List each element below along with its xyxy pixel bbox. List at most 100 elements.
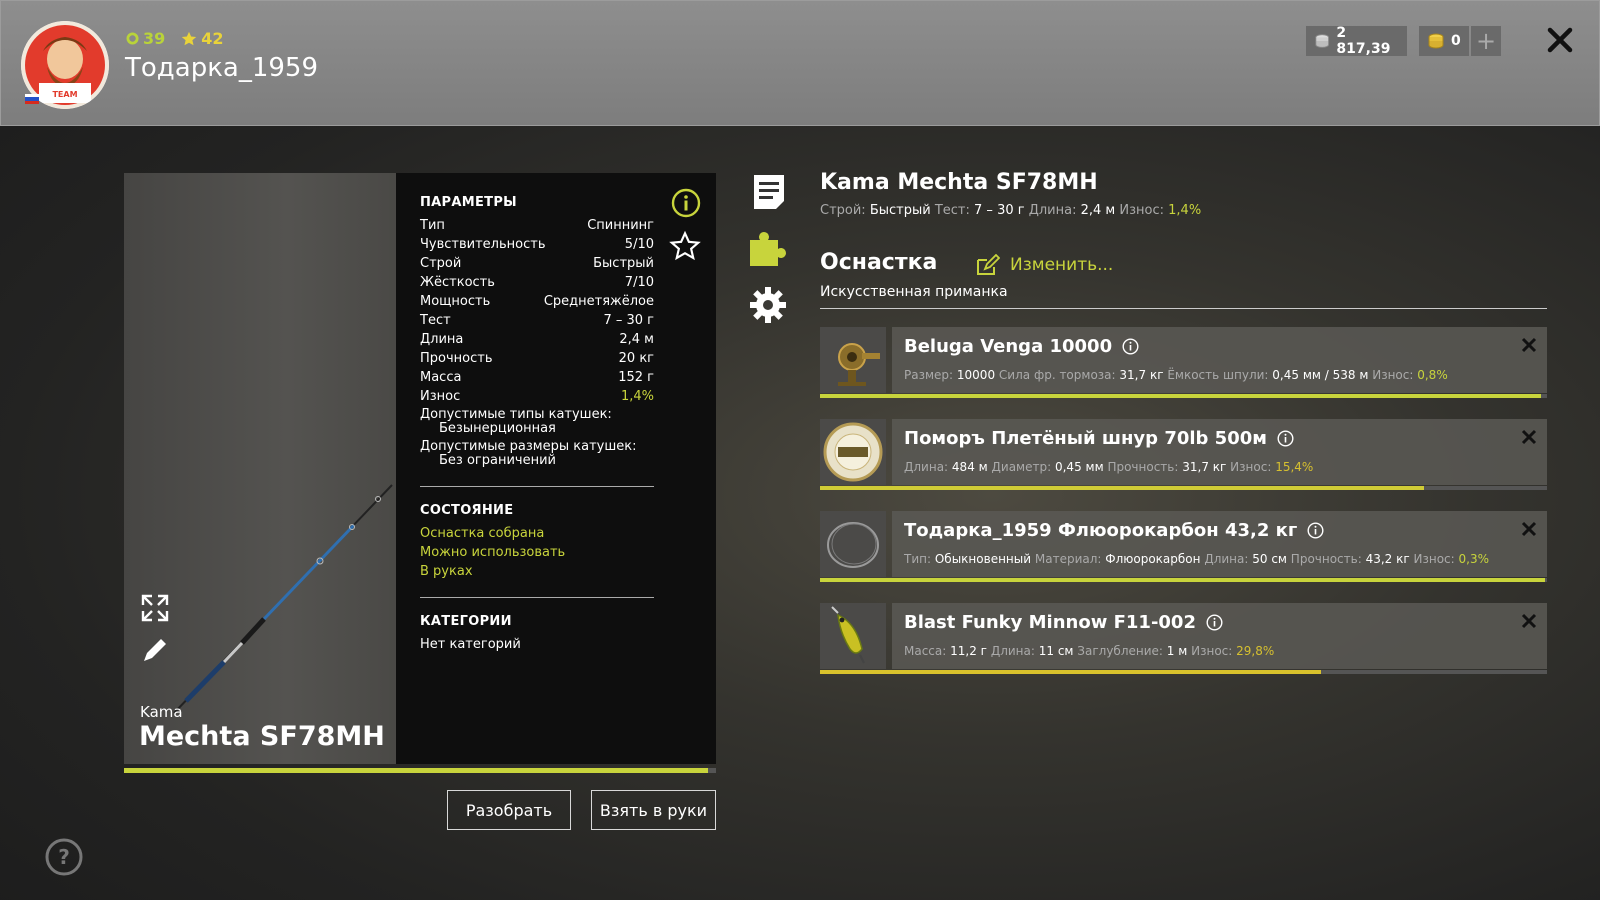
rename-rod-button[interactable] [140, 635, 170, 669]
help-icon: ? [45, 838, 83, 876]
star-icon [182, 31, 197, 46]
rod-durability-bar [124, 768, 716, 773]
item-name: Тодарка_1959 Флюорокарбон 43,2 кг [904, 520, 1298, 541]
param-row: Тип Спиннинг [420, 216, 654, 235]
item-name: Beluga Venga 10000 [904, 336, 1113, 357]
spec-label: Износ: [1413, 552, 1455, 566]
tackle-item-lure[interactable]: Blast Funky Minnow F11-002 Масса: 11,2 г… [820, 603, 1547, 674]
silver-amount: 2 817,39 [1336, 25, 1391, 57]
item-name: Blast Funky Minnow F11-002 [904, 612, 1196, 633]
rod-summary: Строй: Быстрый Тест: 7 – 30 г Длина: 2,4… [820, 203, 1201, 218]
spec-label: Ёмкость шпули: [1167, 368, 1269, 382]
take-in-hands-button[interactable]: Взять в руки [591, 790, 716, 830]
expand-view-button[interactable] [140, 593, 170, 627]
close-icon [1547, 27, 1573, 53]
spec-value: 484 м [951, 460, 988, 474]
info-button[interactable] [671, 188, 701, 222]
silver-coins-icon [1315, 34, 1330, 48]
lure-type: Искусственная приманка [820, 284, 1008, 300]
param-row: Прочность 20 кг [420, 349, 654, 368]
param-row: Чувствительность 5/10 [420, 235, 654, 254]
info-icon [671, 188, 701, 218]
spec-value: 0,45 мм [1054, 460, 1104, 474]
remove-item-button[interactable] [1521, 337, 1537, 357]
summary-label: Износ: [1119, 203, 1165, 218]
param-row: Строй Быстрый [420, 254, 654, 273]
item-durability-bar [820, 486, 1547, 490]
disassemble-button[interactable]: Разобрать [447, 790, 571, 830]
item-durability-bar [820, 670, 1547, 674]
change-tackle-button[interactable]: Изменить... [976, 254, 1113, 276]
categories-value: Нет категорий [420, 637, 521, 652]
reel-thumbnail [820, 327, 886, 393]
param-label: Длина [420, 332, 464, 347]
svg-text:?: ? [58, 845, 70, 869]
spec-value: 29,8% [1236, 644, 1275, 658]
rod-preview: Kama Mechta SF78MH [124, 173, 396, 764]
spec-label: Износ: [1372, 368, 1414, 382]
expand-icon [141, 594, 169, 622]
summary-label: Строй: [820, 203, 866, 218]
settings-tab[interactable] [748, 285, 788, 329]
puzzle-icon [750, 232, 786, 266]
param-value: 7 – 30 г [603, 313, 654, 328]
info-icon[interactable] [1277, 430, 1294, 447]
spec-label: Масса: [904, 644, 947, 658]
tackle-title: Оснастка [820, 250, 938, 275]
tackle-item-reel[interactable]: Beluga Venga 10000 Размер: 10000 Сила фр… [820, 327, 1547, 398]
remove-item-button[interactable] [1521, 429, 1537, 449]
gold-coins-icon [1428, 33, 1444, 49]
spec-value: 11,2 г [950, 644, 987, 658]
param-label: Жёсткость [420, 275, 495, 290]
close-icon [1521, 613, 1537, 629]
rod-illustration [173, 484, 393, 714]
remove-item-button[interactable] [1521, 613, 1537, 633]
spec-value: 43,2 кг [1365, 552, 1410, 566]
param-row: Износ 1,4% [420, 387, 654, 406]
silver-balance: 2 817,39 [1306, 25, 1407, 57]
lure-thumbnail [820, 603, 886, 669]
spec-value: 50 см [1252, 552, 1287, 566]
help-button[interactable]: ? [45, 838, 83, 880]
rank-value: 42 [201, 29, 224, 48]
param-label: Масса [420, 370, 462, 385]
spec-label: Материал: [1034, 552, 1102, 566]
spec-label: Диаметр: [991, 460, 1052, 474]
spec-label: Заглубление: [1077, 644, 1163, 658]
param-value: 7/10 [624, 275, 654, 290]
gear-icon [750, 287, 786, 323]
level-badge: 39 [126, 29, 165, 48]
remove-item-button[interactable] [1521, 521, 1537, 541]
spec-value: 0,45 мм / 538 м [1272, 368, 1369, 382]
param-label: Прочность [420, 351, 493, 366]
close-button[interactable] [1545, 25, 1575, 55]
param-value: Среднетяжёлое [543, 294, 654, 309]
gold-amount: 0 [1451, 33, 1461, 49]
item-durability-fill [820, 394, 1542, 398]
favorite-button[interactable] [669, 230, 701, 266]
divider [420, 486, 654, 487]
spec-value: 15,4% [1275, 460, 1314, 474]
info-icon[interactable] [1206, 614, 1223, 631]
spec-value: 31,7 кг [1119, 368, 1164, 382]
status-item: В руках [420, 564, 473, 579]
tackle-item-line[interactable]: Поморъ Плетёный шнур 70lb 500м Длина: 48… [820, 419, 1547, 490]
description-tab[interactable] [752, 173, 786, 215]
close-icon [1521, 521, 1537, 537]
profile-header: TEAM 39 42 Тодарка_1959 2 817,39 0 + [0, 0, 1600, 126]
item-durability-bar [820, 578, 1547, 582]
divider [820, 308, 1547, 309]
spec-label: Длина: [904, 460, 949, 474]
spec-value: Обыкновенный [934, 552, 1032, 566]
tackle-item-leader[interactable]: Тодарка_1959 Флюорокарбон 43,2 кг Тип: О… [820, 511, 1547, 582]
add-currency-button[interactable]: + [1471, 26, 1501, 56]
info-icon[interactable] [1122, 338, 1139, 355]
username: Тодарка_1959 [125, 53, 319, 83]
info-icon[interactable] [1307, 522, 1324, 539]
summary-value: Быстрый [869, 203, 931, 218]
spec-label: Сила фр. тормоза: [998, 368, 1116, 382]
param-value: 5/10 [624, 237, 654, 252]
param-value: Быстрый [593, 256, 654, 271]
param-value: 20 кг [618, 351, 654, 366]
tackle-tab[interactable] [748, 230, 788, 272]
